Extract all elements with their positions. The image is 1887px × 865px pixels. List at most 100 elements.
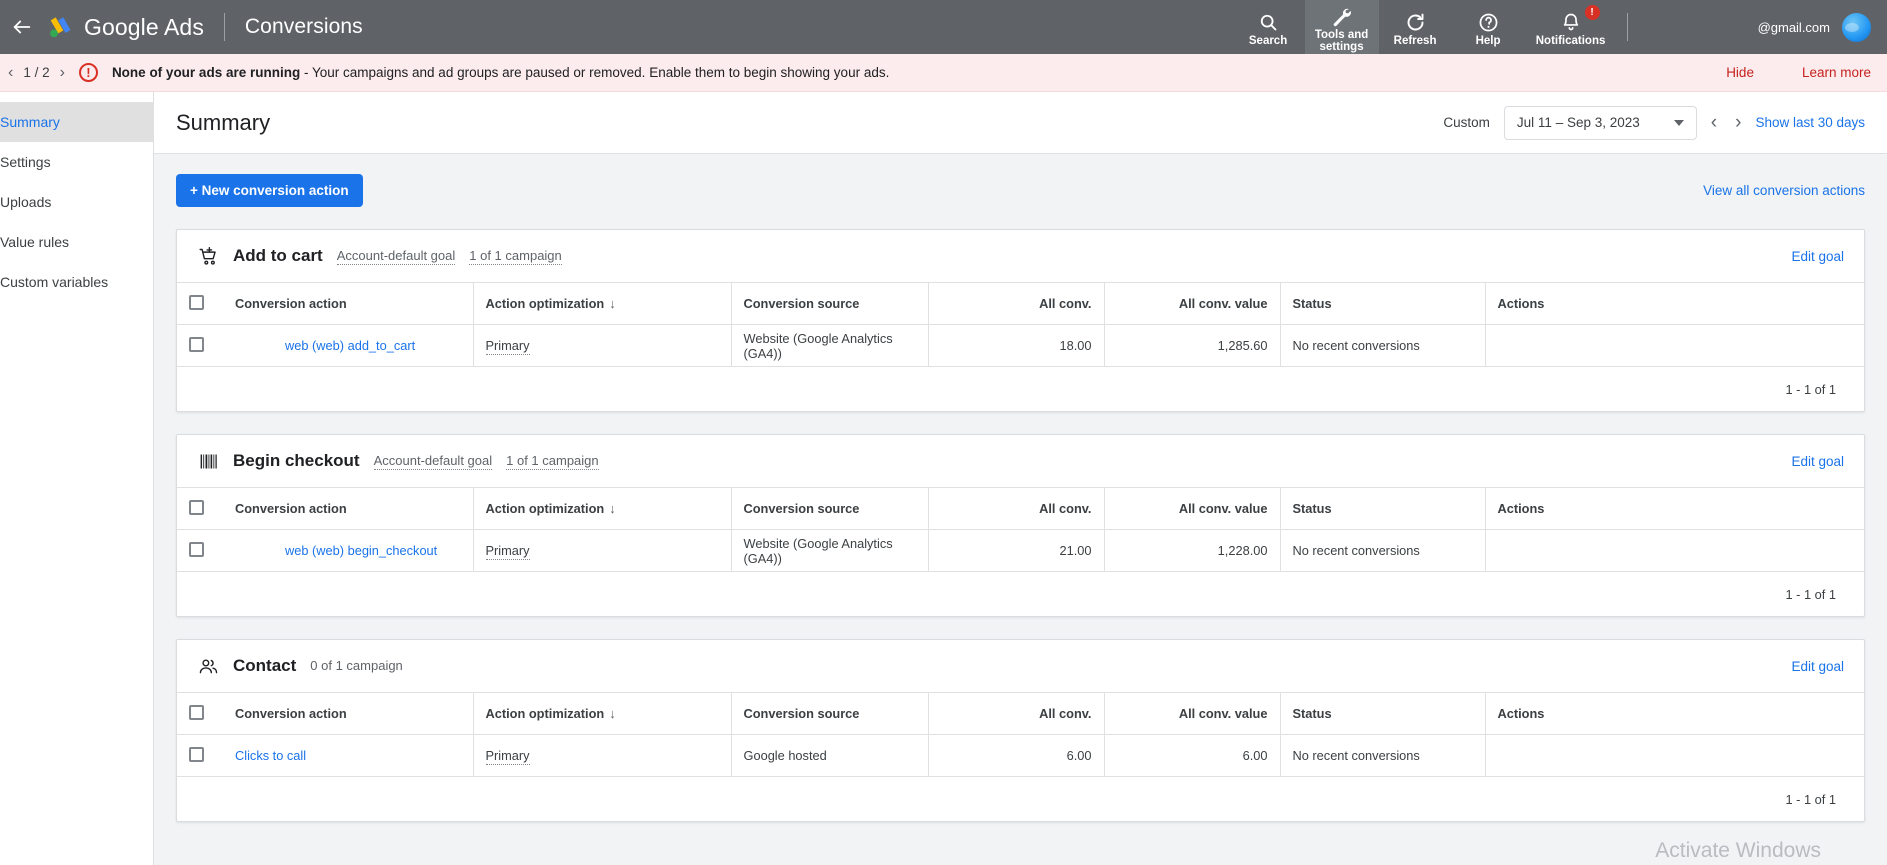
th-status[interactable]: Status <box>1279 282 1485 325</box>
th-status[interactable]: Status <box>1279 487 1485 530</box>
chevron-down-icon <box>1673 119 1684 126</box>
alert-hide-button[interactable]: Hide <box>1726 65 1754 80</box>
goal-card-header: Add to cart Account-default goal 1 of 1 … <box>177 230 1864 282</box>
th-conversion-action[interactable]: Conversion action <box>223 488 473 530</box>
row-checkbox[interactable] <box>189 541 204 557</box>
topbar-help-button[interactable]: Help <box>1452 0 1525 54</box>
conversion-action-link[interactable]: Clicks to call <box>235 748 306 763</box>
chevron-right-icon[interactable]: › <box>1735 112 1741 134</box>
goal-type-label[interactable]: Account-default goal <box>373 453 493 470</box>
th-actions[interactable]: Actions <box>1484 282 1864 325</box>
shopping-cart-icon <box>197 245 219 267</box>
notifications-badge: ! <box>1584 5 1600 20</box>
conversion-action-link[interactable]: web (web) begin_checkout <box>235 543 437 558</box>
brand-name: Google Ads <box>84 13 204 40</box>
sidebar-item-value-rules[interactable]: Value rules <box>0 222 153 262</box>
sidebar-item-label: Summary <box>0 114 60 130</box>
status-badge: No recent conversions <box>1279 324 1485 367</box>
th-conversion-action[interactable]: Conversion action <box>223 693 473 735</box>
th-all-conv[interactable]: All conv. <box>927 282 1104 325</box>
chevron-left-icon[interactable]: ‹ <box>1711 112 1717 134</box>
edit-goal-link[interactable]: Edit goal <box>1791 659 1844 674</box>
status-badge: No recent conversions <box>1279 734 1485 777</box>
th-all-conv-value[interactable]: All conv. value <box>1103 692 1280 735</box>
table-header-row: Conversion action Action optimization ↓ C… <box>177 692 1864 735</box>
th-all-conv-value[interactable]: All conv. value <box>1103 487 1280 530</box>
cell-all-conv: 6.00 <box>927 734 1104 777</box>
edit-goal-link[interactable]: Edit goal <box>1791 249 1844 264</box>
action-optimization-value[interactable]: Primary <box>485 338 530 355</box>
th-conversion-source[interactable]: Conversion source <box>730 487 928 530</box>
topbar-notifications-button[interactable]: ! Notifications <box>1525 0 1617 54</box>
sidebar-item-custom-variables[interactable]: Custom variables <box>0 262 153 302</box>
action-optimization-value[interactable]: Primary <box>485 543 530 560</box>
goal-type-label[interactable]: Account-default goal <box>336 248 456 265</box>
th-actions[interactable]: Actions <box>1484 692 1864 735</box>
th-action-optimization[interactable]: Action optimization ↓ <box>472 282 731 325</box>
cell-all-conv: 21.00 <box>927 529 1104 572</box>
alert-detail: - Your campaigns and ad groups are pause… <box>300 65 890 80</box>
table-row[interactable]: Clicks to call Primary Google hosted 6.0… <box>177 734 1864 777</box>
chevron-left-icon[interactable]: ‹ <box>8 64 13 82</box>
topbar-help-label: Help <box>1475 35 1501 47</box>
topbar-tools-settings-button[interactable]: Tools and settings <box>1304 0 1379 54</box>
topbar-notifications-label: Notifications <box>1535 35 1606 47</box>
edit-goal-link[interactable]: Edit goal <box>1791 454 1844 469</box>
row-select-cell <box>177 325 223 367</box>
goal-campaign-count[interactable]: 1 of 1 campaign <box>469 248 562 265</box>
back-arrow-icon[interactable] <box>0 0 44 54</box>
table-pagination: 1 - 1 of 1 <box>1785 791 1836 807</box>
goal-campaign-count[interactable]: 1 of 1 campaign <box>506 453 599 470</box>
th-conversion-action[interactable]: Conversion action <box>223 283 473 325</box>
th-conversion-source[interactable]: Conversion source <box>730 692 928 735</box>
th-action-optimization[interactable]: Action optimization ↓ <box>472 487 731 530</box>
conversion-actions-table: Conversion action Action optimization ↓ C… <box>177 282 1864 367</box>
page-header: Summary Custom Jul 11 – Sep 3, 2023 ‹ › … <box>154 92 1887 154</box>
cell-conversion-source: Website (Google Analytics (GA4)) <box>730 324 928 367</box>
th-actions[interactable]: Actions <box>1484 487 1864 530</box>
avatar[interactable] <box>1842 12 1871 42</box>
th-all-conv[interactable]: All conv. <box>927 692 1104 735</box>
th-action-optimization[interactable]: Action optimization ↓ <box>472 692 731 735</box>
table-header-row: Conversion action Action optimization ↓ C… <box>177 487 1864 530</box>
alert-headline: None of your ads are running <box>111 65 301 80</box>
th-status[interactable]: Status <box>1279 692 1485 735</box>
cell-action-optimization: Primary <box>472 734 731 777</box>
th-all-conv[interactable]: All conv. <box>927 487 1104 530</box>
cell-conversion-source: Google hosted <box>730 734 928 777</box>
chevron-right-icon[interactable]: › <box>60 64 65 82</box>
date-range-controls: Custom Jul 11 – Sep 3, 2023 ‹ › Show las… <box>1443 105 1865 140</box>
row-checkbox[interactable] <box>189 746 204 762</box>
view-all-conversion-actions-link[interactable]: View all conversion actions <box>1703 183 1865 198</box>
conversion-action-link[interactable]: web (web) add_to_cart <box>235 338 415 353</box>
exclamation-circle-icon: ! <box>78 63 98 82</box>
alert-learn-more-link[interactable]: Learn more <box>1802 65 1871 80</box>
cell-actions[interactable] <box>1484 324 1864 367</box>
cell-conversion-action: Clicks to call <box>223 735 473 777</box>
th-all-conv-value[interactable]: All conv. value <box>1103 282 1280 325</box>
topbar-search-button[interactable]: Search <box>1232 0 1305 54</box>
action-optimization-value[interactable]: Primary <box>485 748 530 765</box>
row-select-cell <box>177 530 223 572</box>
select-all-checkbox[interactable] <box>189 294 204 310</box>
cell-actions[interactable] <box>1484 734 1864 777</box>
brand-logo[interactable]: Google Ads <box>44 14 204 41</box>
select-all-checkbox[interactable] <box>189 499 204 515</box>
table-row[interactable]: web (web) begin_checkout Primary Website… <box>177 529 1864 572</box>
new-conversion-action-button[interactable]: + New conversion action <box>176 174 363 207</box>
select-all-cell <box>177 693 223 735</box>
row-checkbox[interactable] <box>189 336 204 352</box>
sidebar-item-settings[interactable]: Settings <box>0 142 153 182</box>
account-email: @gmail.com <box>1757 19 1830 35</box>
sidebar-item-summary[interactable]: Summary <box>0 102 153 142</box>
account-area[interactable]: @gmail.com <box>1638 0 1887 54</box>
select-all-checkbox[interactable] <box>189 704 204 720</box>
table-row[interactable]: web (web) add_to_cart Primary Website (G… <box>177 324 1864 367</box>
sidebar-item-uploads[interactable]: Uploads <box>0 182 153 222</box>
cell-actions[interactable] <box>1484 529 1864 572</box>
date-range-picker[interactable]: Jul 11 – Sep 3, 2023 <box>1503 105 1697 140</box>
topbar-refresh-button[interactable]: Refresh <box>1379 0 1452 54</box>
status-badge: No recent conversions <box>1279 529 1485 572</box>
th-conversion-source[interactable]: Conversion source <box>730 282 928 325</box>
show-last-30-days-link[interactable]: Show last 30 days <box>1755 115 1865 130</box>
